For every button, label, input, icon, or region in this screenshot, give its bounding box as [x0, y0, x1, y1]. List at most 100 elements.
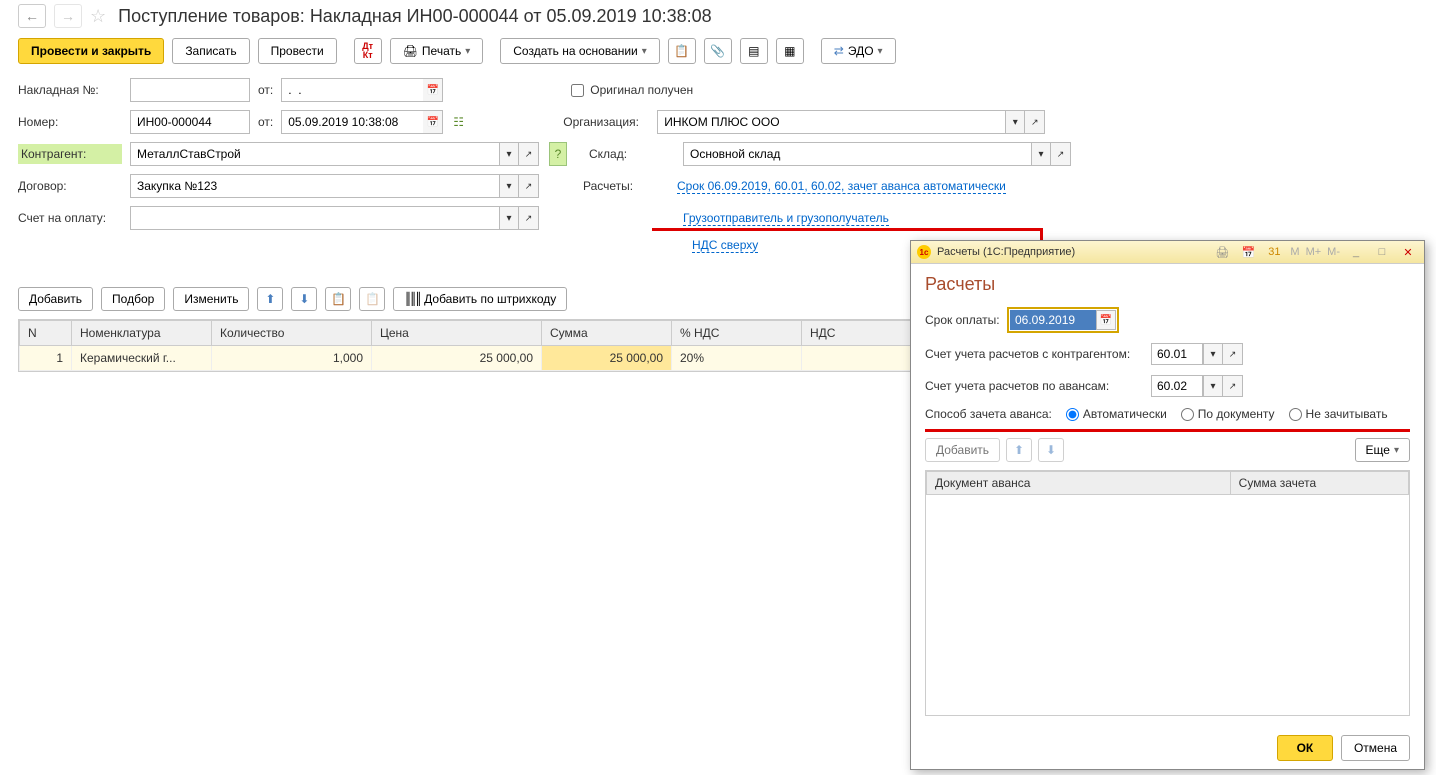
maximize-icon[interactable]: □ [1372, 244, 1392, 260]
popup-more-button[interactable]: Еще [1355, 438, 1410, 462]
barcode-button[interactable]: Добавить по штрихкоду [393, 287, 567, 311]
popup-cal-icon[interactable]: 📅 [1238, 244, 1258, 260]
dropdown-icon[interactable]: ▾ [1005, 110, 1025, 134]
number-date-field[interactable] [281, 110, 423, 134]
card2-icon [784, 44, 795, 58]
offset-label: Способ зачета аванса: [925, 407, 1052, 421]
popup-down-button[interactable] [1038, 438, 1064, 462]
copy-row-button[interactable] [325, 287, 351, 311]
help-button[interactable]: ? [549, 142, 567, 166]
invoice-pay-field[interactable] [130, 206, 499, 230]
edo-icon: ⇄ [834, 44, 844, 58]
paste-icon [365, 292, 380, 306]
open-icon[interactable] [1025, 110, 1045, 134]
col-price[interactable]: Цена [372, 321, 542, 346]
back-button[interactable]: ← [18, 4, 46, 28]
acct-advance-field[interactable] [1151, 375, 1203, 397]
copy-button[interactable] [668, 38, 696, 64]
original-checkbox[interactable]: Оригинал получен [571, 83, 693, 97]
open-icon[interactable] [1223, 343, 1243, 365]
calendar-icon[interactable] [423, 110, 443, 134]
mem-m[interactable]: M [1290, 246, 1299, 258]
copy-icon [674, 44, 689, 58]
contract-field[interactable] [130, 174, 499, 198]
col-n[interactable]: N [20, 321, 72, 346]
edit-button[interactable]: Изменить [173, 287, 249, 311]
invoice-no-field[interactable] [130, 78, 250, 102]
move-down-button[interactable] [291, 287, 317, 311]
dropdown-icon[interactable]: ▾ [499, 142, 519, 166]
calendar-icon[interactable] [423, 78, 443, 102]
vat-link[interactable]: НДС сверху [692, 238, 758, 253]
open-icon[interactable] [1051, 142, 1071, 166]
warehouse-label: Склад: [589, 147, 675, 161]
card1-button[interactable] [740, 38, 768, 64]
col-sum[interactable]: Сумма [542, 321, 672, 346]
dropdown-icon[interactable]: ▾ [499, 206, 519, 230]
popup-add-button[interactable]: Добавить [925, 438, 1000, 462]
annotation-line [652, 228, 1042, 231]
copy-icon [331, 292, 346, 306]
select-button[interactable]: Подбор [101, 287, 165, 311]
annotation-line [925, 429, 1410, 432]
note-icon[interactable]: ☷ [453, 115, 469, 129]
paste-row-button[interactable] [359, 287, 385, 311]
contract-label: Договор: [18, 179, 122, 193]
invoice-date-field[interactable] [281, 78, 423, 102]
offset-auto-radio[interactable]: Автоматически [1066, 407, 1167, 421]
calendar-icon[interactable] [1096, 310, 1116, 330]
open-icon[interactable] [519, 206, 539, 230]
card2-button[interactable] [776, 38, 804, 64]
dtct-button[interactable]: ДтКт [354, 38, 382, 64]
create-based-button[interactable]: Создать на основании [500, 38, 660, 64]
settlements-label: Расчеты: [583, 179, 669, 193]
dropdown-icon[interactable]: ▾ [1203, 343, 1223, 365]
counterparty-field[interactable] [130, 142, 499, 166]
offset-bydoc-radio[interactable]: По документу [1181, 407, 1275, 421]
minimize-icon[interactable]: _ [1346, 244, 1366, 260]
popup-titlebar[interactable]: 1c Расчеты (1С:Предприятие) 🖨 📅 31 M M+ … [911, 241, 1424, 264]
col-qty[interactable]: Количество [212, 321, 372, 346]
arrow-down-icon [299, 292, 309, 306]
attach-button[interactable] [704, 38, 732, 64]
dropdown-icon[interactable]: ▾ [1203, 375, 1223, 397]
ok-button[interactable]: ОК [1277, 735, 1333, 761]
attach-icon [710, 44, 725, 58]
popup-cal31-icon[interactable]: 31 [1264, 244, 1284, 260]
cancel-button[interactable]: Отмена [1341, 735, 1410, 761]
close-icon[interactable]: ✕ [1398, 244, 1418, 260]
edo-button[interactable]: ⇄ ЭДО [821, 38, 896, 64]
move-up-button[interactable] [257, 287, 283, 311]
number-field[interactable] [130, 110, 250, 134]
warehouse-field[interactable] [683, 142, 1031, 166]
mem-mplus[interactable]: M+ [1306, 246, 1322, 258]
col-vatpct[interactable]: % НДС [672, 321, 802, 346]
dropdown-icon[interactable]: ▾ [499, 174, 519, 198]
popup-heading: Расчеты [925, 274, 1410, 295]
org-field[interactable] [657, 110, 1005, 134]
offset-none-radio[interactable]: Не зачитывать [1289, 407, 1388, 421]
write-button[interactable]: Записать [172, 38, 249, 64]
col-item[interactable]: Номенклатура [72, 321, 212, 346]
dropdown-icon[interactable]: ▾ [1031, 142, 1051, 166]
settlements-popup: 1c Расчеты (1С:Предприятие) 🖨 📅 31 M M+ … [910, 240, 1425, 770]
post-button[interactable]: Провести [258, 38, 337, 64]
col-advance-sum[interactable]: Сумма зачета [1230, 472, 1408, 495]
open-icon[interactable] [519, 174, 539, 198]
col-advance-doc[interactable]: Документ аванса [927, 472, 1231, 495]
open-icon[interactable] [519, 142, 539, 166]
star-icon[interactable]: ☆ [90, 6, 106, 27]
forward-button[interactable]: → [54, 4, 82, 28]
add-row-button[interactable]: Добавить [18, 287, 93, 311]
popup-print-icon[interactable]: 🖨 [1212, 244, 1232, 260]
popup-up-button[interactable] [1006, 438, 1032, 462]
mem-mminus[interactable]: M- [1327, 246, 1340, 258]
open-icon[interactable] [1223, 375, 1243, 397]
payment-due-field[interactable] [1010, 310, 1096, 330]
shipper-link[interactable]: Грузоотправитель и грузополучатель [683, 211, 889, 226]
print-button[interactable]: Печать [390, 38, 484, 64]
post-close-button[interactable]: Провести и закрыть [18, 38, 164, 64]
settlements-link[interactable]: Срок 06.09.2019, 60.01, 60.02, зачет ава… [677, 179, 1006, 194]
acct-counter-field[interactable] [1151, 343, 1203, 365]
advance-grid[interactable]: Документ аванса Сумма зачета [925, 470, 1410, 716]
